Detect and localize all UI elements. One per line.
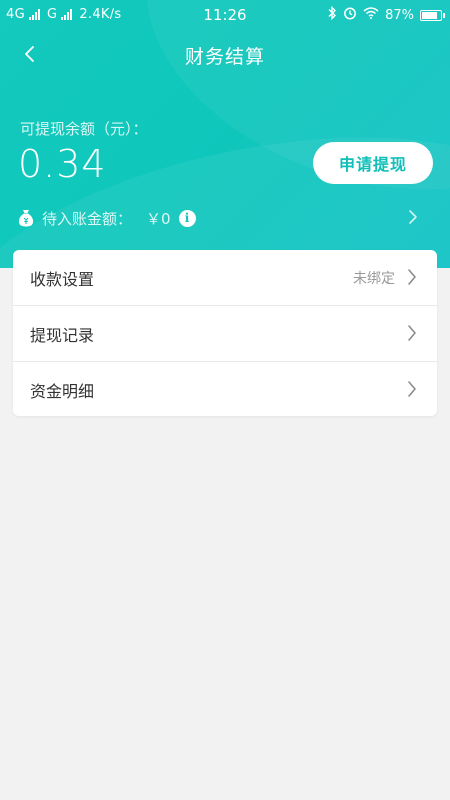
- menu-item-payment-settings[interactable]: 收款设置 未绑定: [13, 250, 437, 305]
- alarm-icon: [343, 6, 357, 24]
- pending-amount: ￥0: [146, 209, 171, 228]
- pending-label: 待入账金额：: [42, 209, 133, 228]
- nav-bar: 财务结算: [0, 30, 450, 78]
- page-title: 财务结算: [184, 46, 265, 68]
- battery-percent: 87%: [385, 7, 414, 23]
- chevron-right-icon: [407, 324, 417, 346]
- chevron-right-icon: [407, 380, 417, 402]
- balance-value: 0.34: [18, 142, 107, 186]
- menu-item-withdraw-records[interactable]: 提现记录: [13, 305, 437, 361]
- wifi-icon: [363, 7, 379, 23]
- menu-item-label: 提现记录: [30, 325, 95, 345]
- chevron-right-icon: [407, 268, 417, 290]
- menu-item-fund-details[interactable]: 资金明细: [13, 361, 437, 416]
- pending-amount-row[interactable]: 待入账金额： ￥0 i: [18, 204, 418, 232]
- binding-status: 未绑定: [353, 270, 395, 287]
- apply-withdraw-button[interactable]: 申请提现: [313, 142, 433, 184]
- battery-icon: [420, 9, 445, 21]
- menu-item-label: 收款设置: [30, 269, 95, 289]
- header-banner: 4G G 2.4K/s 11:26 87% 财务结算 可提现余额（元）： 0.3…: [0, 0, 450, 268]
- info-icon[interactable]: i: [178, 209, 196, 227]
- balance-label: 可提现余额（元）：: [20, 120, 148, 138]
- settings-menu-card: 收款设置 未绑定 提现记录 资金明细: [13, 250, 437, 416]
- menu-item-label: 资金明细: [30, 381, 95, 401]
- money-bag-icon: [18, 209, 34, 227]
- bluetooth-icon: [327, 5, 337, 24]
- chevron-right-icon: [408, 209, 418, 229]
- status-bar: 4G G 2.4K/s 11:26 87%: [0, 0, 450, 30]
